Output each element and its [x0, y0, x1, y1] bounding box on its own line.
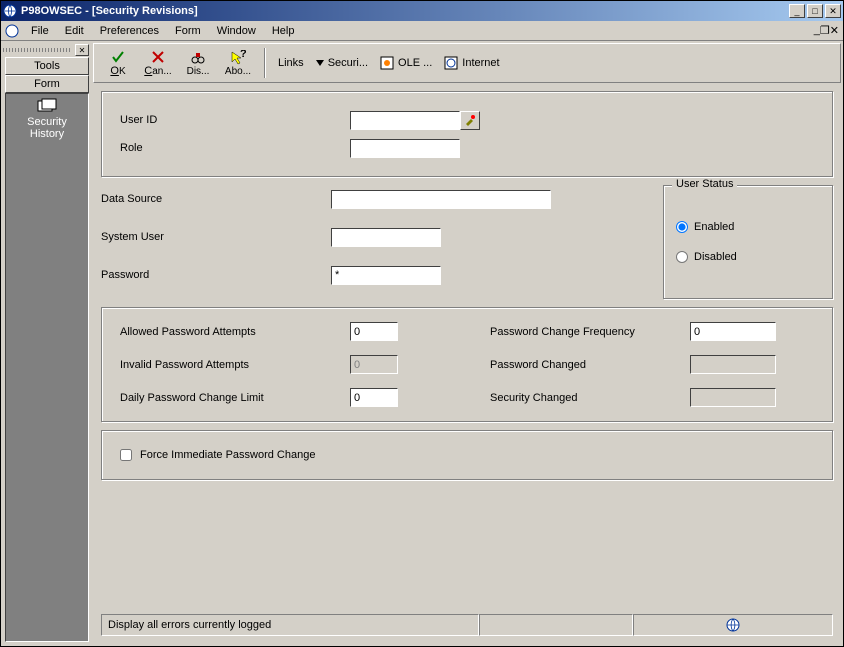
menu-form[interactable]: Form [167, 23, 209, 39]
user-group: User ID Role [101, 91, 833, 177]
form-content: User ID Role Data Source [93, 83, 841, 644]
allowed-attempts-input[interactable] [350, 322, 398, 341]
mdi-close-button[interactable]: ✕ [830, 24, 839, 37]
title-bar: P98OWSEC - [Security Revisions] _ □ ✕ [1, 1, 843, 21]
sec-changed-input [690, 388, 776, 407]
sidebar-tools-button[interactable]: Tools [5, 57, 89, 75]
menu-bar: File Edit Preferences Form Window Help _… [1, 21, 843, 41]
enabled-label: Enabled [694, 221, 734, 233]
about-button[interactable]: ? Abo... [220, 50, 256, 77]
globe-icon [725, 617, 741, 633]
force-group: Force Immediate Password Change [101, 430, 833, 480]
flashlight-icon [464, 114, 476, 126]
status-mid-cell [479, 614, 633, 636]
links-dropdown[interactable]: Securi... [316, 57, 368, 69]
toolbar: OK Can... Dis... ? Abo... Links [93, 43, 841, 83]
disabled-label: Disabled [694, 251, 737, 263]
data-source-label: Data Source [101, 193, 331, 205]
role-label: Role [120, 142, 350, 154]
user-id-input[interactable] [350, 111, 460, 130]
allowed-attempts-label: Allowed Password Attempts [120, 326, 350, 338]
ole-icon [380, 56, 394, 70]
minimize-button[interactable]: _ [789, 4, 805, 18]
ok-button[interactable]: OK [100, 49, 136, 77]
user-id-visual-assist-button[interactable] [460, 111, 480, 130]
pw-changed-input [690, 355, 776, 374]
mdi-restore-button[interactable]: ❐ [820, 24, 830, 37]
sidebar-item-security-history[interactable]: Security History [27, 116, 67, 140]
password-input[interactable] [331, 266, 441, 285]
invalid-attempts-input [350, 355, 398, 374]
help-cursor-icon: ? [230, 50, 246, 66]
role-input[interactable] [350, 139, 460, 158]
change-freq-input[interactable] [690, 322, 776, 341]
internet-link[interactable]: Internet [444, 56, 499, 70]
menu-file[interactable]: File [23, 23, 57, 39]
maximize-button[interactable]: □ [807, 4, 823, 18]
dropdown-arrow-icon [316, 60, 324, 66]
ok-check-icon [110, 49, 126, 65]
status-message: Display all errors currently logged [101, 614, 479, 636]
toolbar-separator [264, 48, 266, 78]
pw-changed-label: Password Changed [490, 359, 690, 371]
status-icons-cell [633, 614, 833, 636]
sec-changed-label: Security Changed [490, 392, 690, 404]
sidebar-form-button[interactable]: Form [5, 75, 89, 93]
user-id-label: User ID [120, 114, 350, 126]
force-change-checkbox[interactable] [120, 449, 132, 461]
status-bar: Display all errors currently logged [101, 614, 833, 636]
menu-window[interactable]: Window [209, 23, 264, 39]
force-change-label: Force Immediate Password Change [140, 449, 315, 461]
user-status-title: User Status [672, 178, 737, 190]
app-icon-small [5, 24, 19, 38]
password-group: Allowed Password Attempts Password Chang… [101, 307, 833, 422]
sidebar-drag-handle[interactable] [3, 48, 71, 52]
security-history-icon [37, 98, 57, 114]
menu-help[interactable]: Help [264, 23, 303, 39]
system-user-input[interactable] [331, 228, 441, 247]
app-icon [3, 4, 17, 18]
password-label: Password [101, 269, 331, 281]
menu-edit[interactable]: Edit [57, 23, 92, 39]
close-button[interactable]: ✕ [825, 4, 841, 18]
enabled-radio[interactable] [676, 221, 688, 233]
change-freq-label: Password Change Frequency [490, 326, 690, 338]
cancel-x-icon [150, 49, 166, 65]
display-button[interactable]: Dis... [180, 50, 216, 77]
menu-preferences[interactable]: Preferences [92, 23, 167, 39]
svg-text:?: ? [240, 50, 246, 60]
sidebar-close-button[interactable]: ✕ [75, 44, 89, 56]
window-title: P98OWSEC - [Security Revisions] [21, 5, 787, 17]
cancel-button[interactable]: Can... [140, 49, 176, 77]
user-status-group: User Status Enabled Disabled [663, 185, 833, 299]
sidebar: ✕ Tools Form Security History [3, 43, 91, 644]
internet-icon [444, 56, 458, 70]
invalid-attempts-label: Invalid Password Attempts [120, 359, 350, 371]
ole-link[interactable]: OLE ... [380, 56, 432, 70]
disabled-radio[interactable] [676, 251, 688, 263]
data-source-input[interactable] [331, 190, 551, 209]
system-user-label: System User [101, 231, 331, 243]
binoculars-icon [190, 50, 206, 66]
daily-limit-input[interactable] [350, 388, 398, 407]
daily-limit-label: Daily Password Change Limit [120, 392, 350, 404]
links-label: Links [278, 57, 304, 69]
